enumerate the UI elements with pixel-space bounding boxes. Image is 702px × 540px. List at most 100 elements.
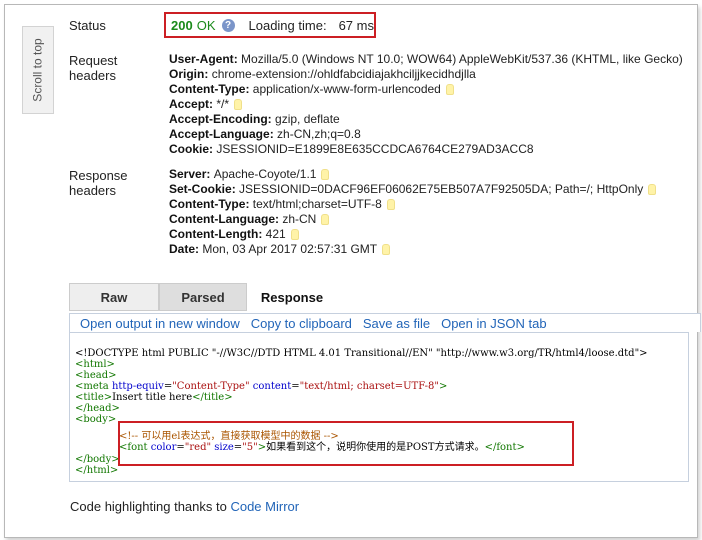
header-name: Date [169, 242, 196, 256]
code-head-close: </head> [75, 403, 120, 414]
response-header-row: Content-Length: 421 [169, 227, 656, 242]
lightbulb-icon[interactable] [234, 99, 243, 111]
code-html-open: <html> [75, 359, 115, 370]
header-value: application/x-www-form-urlencoded [252, 82, 441, 96]
header-colon: : [269, 127, 278, 141]
response-toolbar: Open output in new window Copy to clipbo… [69, 313, 701, 332]
header-name: Content-Type [169, 197, 246, 211]
request-header-row: User-Agent: Mozilla/5.0 (Windows NT 10.0… [169, 52, 683, 67]
code-body-open: <body> [75, 414, 117, 425]
status-label: Status [69, 18, 106, 33]
header-name: Server [169, 167, 207, 181]
header-value: JSESSIONID=E1899E8E635CCDCA6764CE279AD3A… [216, 142, 534, 156]
code-title-close: </title> [192, 392, 233, 403]
response-headers-list: Server: Apache-Coyote/1.1 Set-Cookie: JSE… [169, 167, 657, 257]
save-as-file-link[interactable]: Save as file [363, 316, 430, 331]
header-name: User-Agent [169, 52, 234, 66]
code-meta-attr2: content [249, 381, 292, 392]
view-tabs: Raw Parsed Response [69, 283, 337, 311]
tab-raw[interactable]: Raw [69, 283, 159, 311]
loading-time-value: 67 ms [338, 17, 374, 33]
code-meta-eq2: = [291, 381, 300, 392]
highlight-annotation-box [118, 421, 574, 466]
code-line: <head> [75, 370, 688, 381]
header-value: Mon, 03 Apr 2017 02:57:31 GMT [202, 242, 378, 256]
tab-response[interactable]: Response [247, 283, 337, 311]
code-meta-close: > [439, 381, 448, 392]
response-header-row: Server: Apache-Coyote/1.1 [169, 167, 656, 182]
lightbulb-icon[interactable] [321, 214, 330, 226]
request-header-row: Accept-Language: zh-CN,zh;q=0.8 [169, 127, 683, 142]
lightbulb-icon[interactable] [290, 229, 299, 241]
footer-credit: Code highlighting thanks to Code Mirror [70, 499, 299, 514]
response-header-row: Date: Mon, 03 Apr 2017 02:57:31 GMT [169, 242, 656, 257]
request-header-row: Accept-Encoding: gzip, deflate [169, 112, 683, 127]
response-header-row: Content-Language: zh-CN [169, 212, 656, 227]
status-code: 200 [171, 17, 193, 33]
lightbulb-icon[interactable] [648, 184, 657, 196]
help-icon[interactable]: ? [221, 18, 235, 32]
open-json-tab-link[interactable]: Open in JSON tab [441, 316, 547, 331]
response-headers-label-line1: Response [69, 168, 128, 183]
tab-parsed[interactable]: Parsed [159, 283, 247, 311]
status-box: 200 OK ? Loading time: 67 ms [164, 12, 376, 38]
header-colon: : [258, 227, 266, 241]
header-value: zh-CN,zh;q=0.8 [277, 127, 361, 141]
code-mirror-link[interactable]: Code Mirror [230, 499, 299, 514]
lightbulb-icon[interactable] [321, 169, 330, 181]
header-colon: : [204, 67, 212, 81]
code-line: <html> [75, 359, 688, 370]
header-value: gzip, deflate [275, 112, 340, 126]
code-head-open: <head> [75, 370, 117, 381]
lightbulb-icon[interactable] [382, 244, 391, 256]
scroll-to-top-button[interactable]: Scroll to top [22, 26, 54, 114]
header-value: */* [216, 97, 230, 111]
header-name: Content-Language [169, 212, 275, 226]
code-title-open: <title> [75, 392, 113, 403]
header-name: Content-Length [169, 227, 259, 241]
code-line: <!DOCTYPE html PUBLIC "-//W3C//DTD HTML … [75, 348, 688, 359]
request-headers-label-line1: Request [69, 53, 118, 68]
code-meta-str1: "Content-Type" [172, 381, 250, 392]
header-value: Apache-Coyote/1.1 [213, 167, 317, 181]
header-colon: : [245, 197, 253, 211]
code-line: <meta http-equiv="Content-Type" content=… [75, 381, 688, 392]
header-name: Origin [169, 67, 205, 81]
header-colon: : [231, 182, 240, 196]
header-colon: : [245, 82, 253, 96]
response-header-row: Set-Cookie: JSESSIONID=0DACF96EF06062E75… [169, 182, 657, 197]
header-colon: : [206, 167, 214, 181]
code-line: </html> [75, 465, 688, 476]
header-value: zh-CN [282, 212, 317, 226]
header-name: Cookie [169, 142, 210, 156]
code-line: <title>Insert title here</title> [75, 392, 688, 403]
header-value: JSESSIONID=0DACF96EF06062E75EB507A7F9250… [239, 182, 644, 196]
request-header-row: Content-Type: application/x-www-form-url… [169, 82, 683, 97]
footer-text: Code highlighting thanks to [70, 499, 231, 514]
open-new-window-link[interactable]: Open output in new window [80, 316, 240, 331]
header-name: Accept-Language [169, 127, 270, 141]
copy-clipboard-link[interactable]: Copy to clipboard [251, 316, 352, 331]
response-headers-label-line2: headers [69, 183, 116, 198]
lightbulb-icon[interactable] [445, 84, 454, 96]
request-header-row: Origin: chrome-extension://ohldfabcidiaj… [169, 67, 683, 82]
header-colon: : [267, 112, 276, 126]
request-headers-label: Request headers [69, 53, 117, 83]
code-line: </head> [75, 403, 688, 414]
header-colon: : [233, 52, 242, 66]
request-headers-label-line2: headers [69, 68, 116, 83]
header-name: Accept [169, 97, 210, 111]
lightbulb-icon[interactable] [386, 199, 395, 211]
header-value: chrome-extension://ohldfabcidiajakhciljj… [211, 67, 476, 81]
code-doctype: <!DOCTYPE html PUBLIC "-//W3C//DTD HTML … [75, 348, 648, 359]
status-text: OK [196, 17, 216, 33]
code-body-close: </body> [75, 454, 120, 465]
response-header-row: Content-Type: text/html;charset=UTF-8 [169, 197, 656, 212]
header-value: 421 [265, 227, 286, 241]
header-name: Set-Cookie [169, 182, 232, 196]
request-headers-list: User-Agent: Mozilla/5.0 (Windows NT 10.0… [169, 52, 683, 157]
code-meta-open: <meta [75, 381, 109, 392]
scroll-to-top-label: Scroll to top [31, 38, 45, 102]
loading-time-label: Loading time: [248, 17, 327, 33]
code-meta-eq1: = [163, 381, 173, 392]
